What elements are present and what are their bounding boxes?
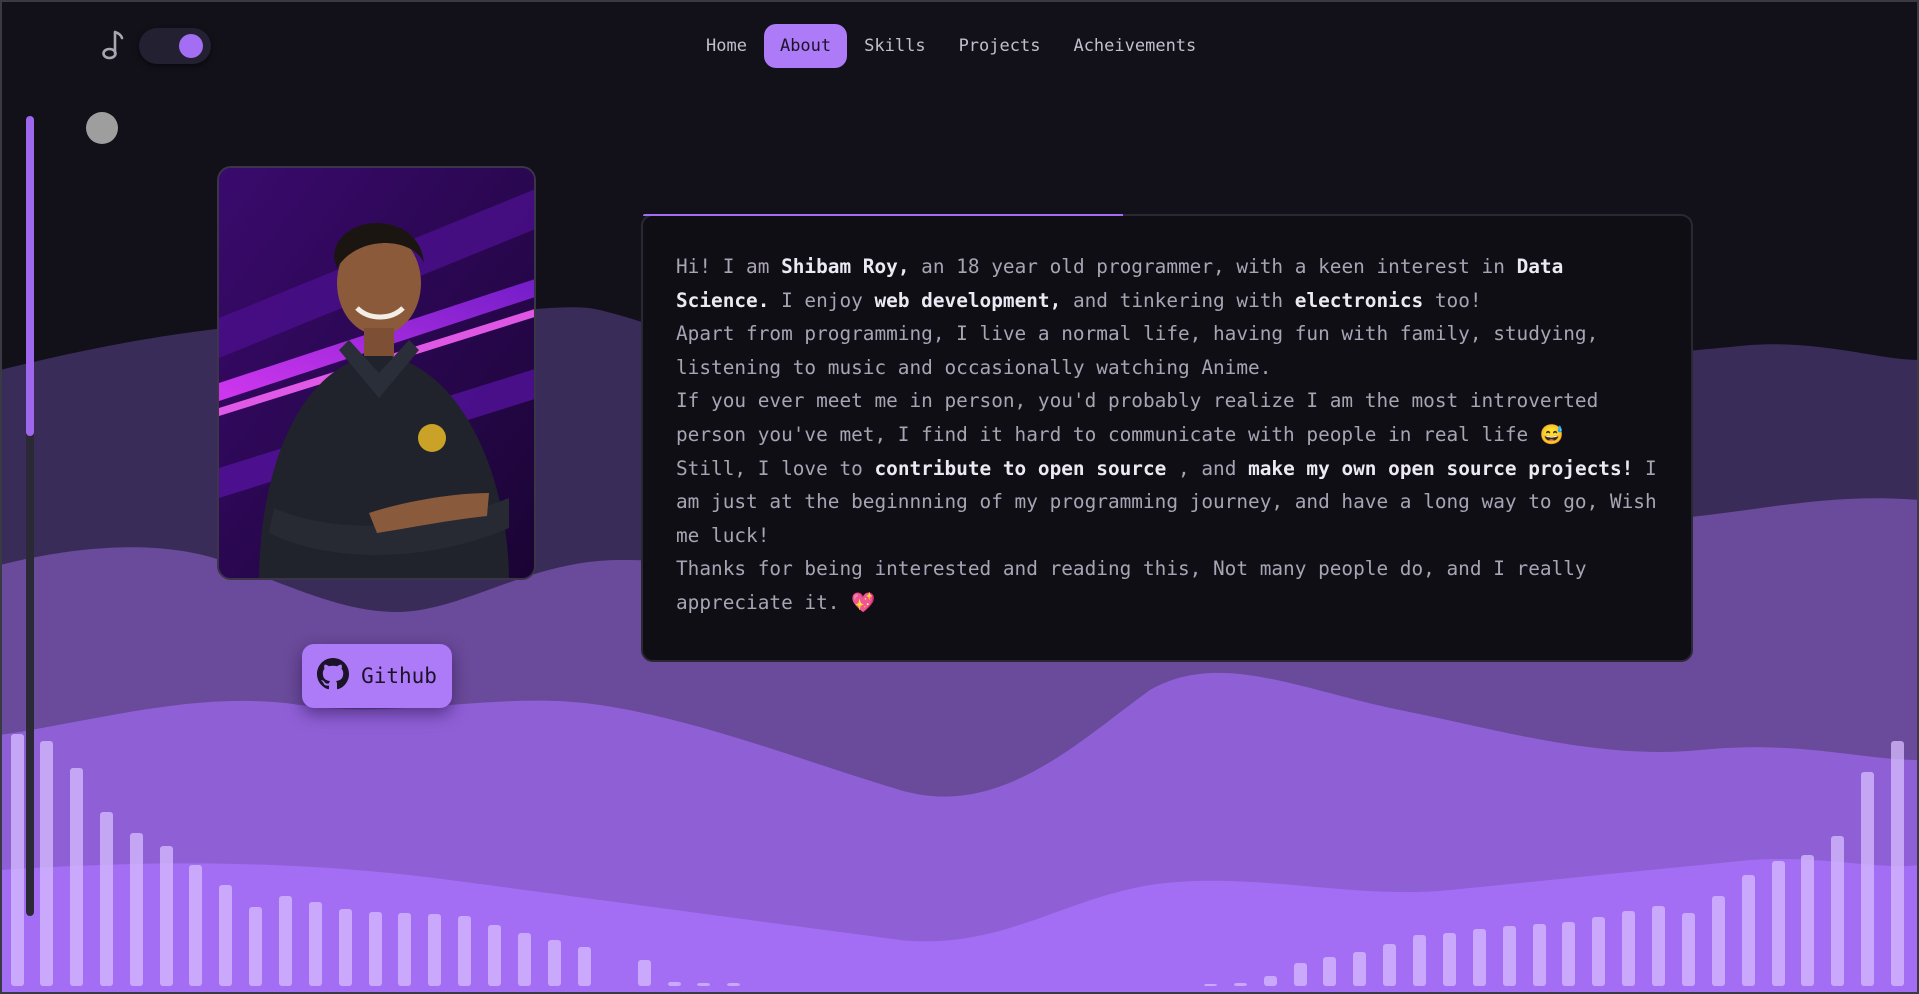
nav-about[interactable]: About [763, 24, 848, 68]
nav-home[interactable]: Home [690, 24, 763, 68]
visualizer-bar [70, 768, 83, 986]
about-card: Hi! I am Shibam Roy, an 18 year old prog… [641, 214, 1693, 662]
about-text-segment: Hi! I am [676, 255, 782, 278]
visualizer-bar [1861, 772, 1874, 986]
visualizer-bar [727, 983, 740, 986]
visualizer-bar [1383, 944, 1396, 986]
visualizer-bar [1264, 976, 1277, 986]
visualizer-bar [428, 914, 441, 986]
scroll-progress-thumb[interactable] [26, 116, 34, 436]
visualizer-bar [638, 960, 651, 986]
about-paragraph-2: Apart from programming, I live a normal … [676, 322, 1599, 379]
visualizer-bar [398, 913, 411, 986]
visualizer-bar [1772, 861, 1785, 986]
visualizer-bar [1891, 741, 1904, 986]
visualizer-bar [1353, 952, 1366, 986]
github-button[interactable]: Github [302, 644, 452, 708]
card-accent-line [643, 214, 1123, 216]
visualizer-bar [339, 909, 352, 986]
visualizer-bar [160, 846, 173, 986]
visualizer-bar [578, 947, 591, 986]
visualizer-bar [249, 907, 262, 986]
scroll-progress-track[interactable] [26, 116, 34, 916]
visualizer-bar [309, 902, 322, 986]
github-label: Github [361, 664, 437, 688]
visualizer-bar [1443, 933, 1456, 986]
visualizer-bar [279, 896, 292, 986]
visualizer-bar [1801, 855, 1814, 986]
visualizer-bar [1682, 913, 1695, 986]
visualizer-bar [518, 933, 531, 986]
visualizer-bar [189, 865, 202, 986]
theme-toggle[interactable] [139, 28, 211, 64]
music-note-icon[interactable] [101, 29, 125, 61]
visualizer-bar [668, 982, 681, 986]
own-projects-highlight: make my own open source projects! [1248, 456, 1634, 480]
visualizer-bar [1622, 911, 1635, 986]
github-icon [317, 657, 350, 695]
nav-acheivements[interactable]: Acheivements [1057, 24, 1212, 68]
about-text: Hi! I am Shibam Roy, an 18 year old prog… [676, 250, 1666, 620]
profile-photo [217, 166, 536, 580]
visualizer-bar [1831, 836, 1844, 986]
visualizer-bar [1204, 984, 1217, 986]
about-paragraph-5: Thanks for being interested and reading … [676, 557, 1587, 614]
open-source-highlight: contribute to open source [874, 456, 1167, 480]
visualizer-bar [369, 912, 382, 986]
about-paragraph-3: If you ever meet me in person, you'd pro… [676, 389, 1599, 446]
visualizer-bar [1742, 875, 1755, 986]
visualizer-bar [11, 734, 24, 986]
web-dev-highlight: web development, [874, 288, 1062, 312]
visualizer-bar [1533, 924, 1546, 986]
about-text-segment: I enjoy [769, 288, 875, 312]
visualizer-bar [1652, 906, 1665, 986]
nav-projects[interactable]: Projects [943, 24, 1057, 68]
about-text-segment: too! [1423, 288, 1482, 312]
visualizer-bar [488, 925, 501, 986]
visualizer-bar [1234, 983, 1247, 986]
cursor-dot [86, 112, 118, 144]
about-text-segment: an 18 year old programmer, with a keen i… [909, 255, 1517, 278]
visualizer-bar [1323, 957, 1336, 986]
main-nav: Home About Skills Projects Acheivements [690, 22, 1213, 70]
name-highlight: Shibam Roy, [781, 255, 910, 278]
about-text-segment: and tinkering with [1061, 288, 1295, 312]
visualizer-bar [1503, 926, 1516, 986]
visualizer-bar [458, 916, 471, 986]
visualizer-bar [1473, 929, 1486, 986]
visualizer-bar [1562, 922, 1575, 986]
electronics-highlight: electronics [1294, 288, 1424, 312]
visualizer-bar [130, 833, 143, 986]
nav-skills[interactable]: Skills [848, 24, 941, 68]
visualizer-bar [1294, 963, 1307, 986]
visualizer-bar [1413, 935, 1426, 986]
visualizer-bar [697, 983, 710, 986]
visualizer-bar [1712, 896, 1725, 986]
about-text-segment: Still, I love to [676, 456, 875, 480]
toggle-knob [179, 34, 203, 58]
visualizer-bar [100, 812, 113, 986]
visualizer-bar [1592, 917, 1605, 986]
visualizer-bar [40, 741, 53, 986]
visualizer-bar [219, 885, 232, 986]
visualizer-bar [548, 940, 561, 986]
about-text-segment: , and [1166, 456, 1249, 480]
